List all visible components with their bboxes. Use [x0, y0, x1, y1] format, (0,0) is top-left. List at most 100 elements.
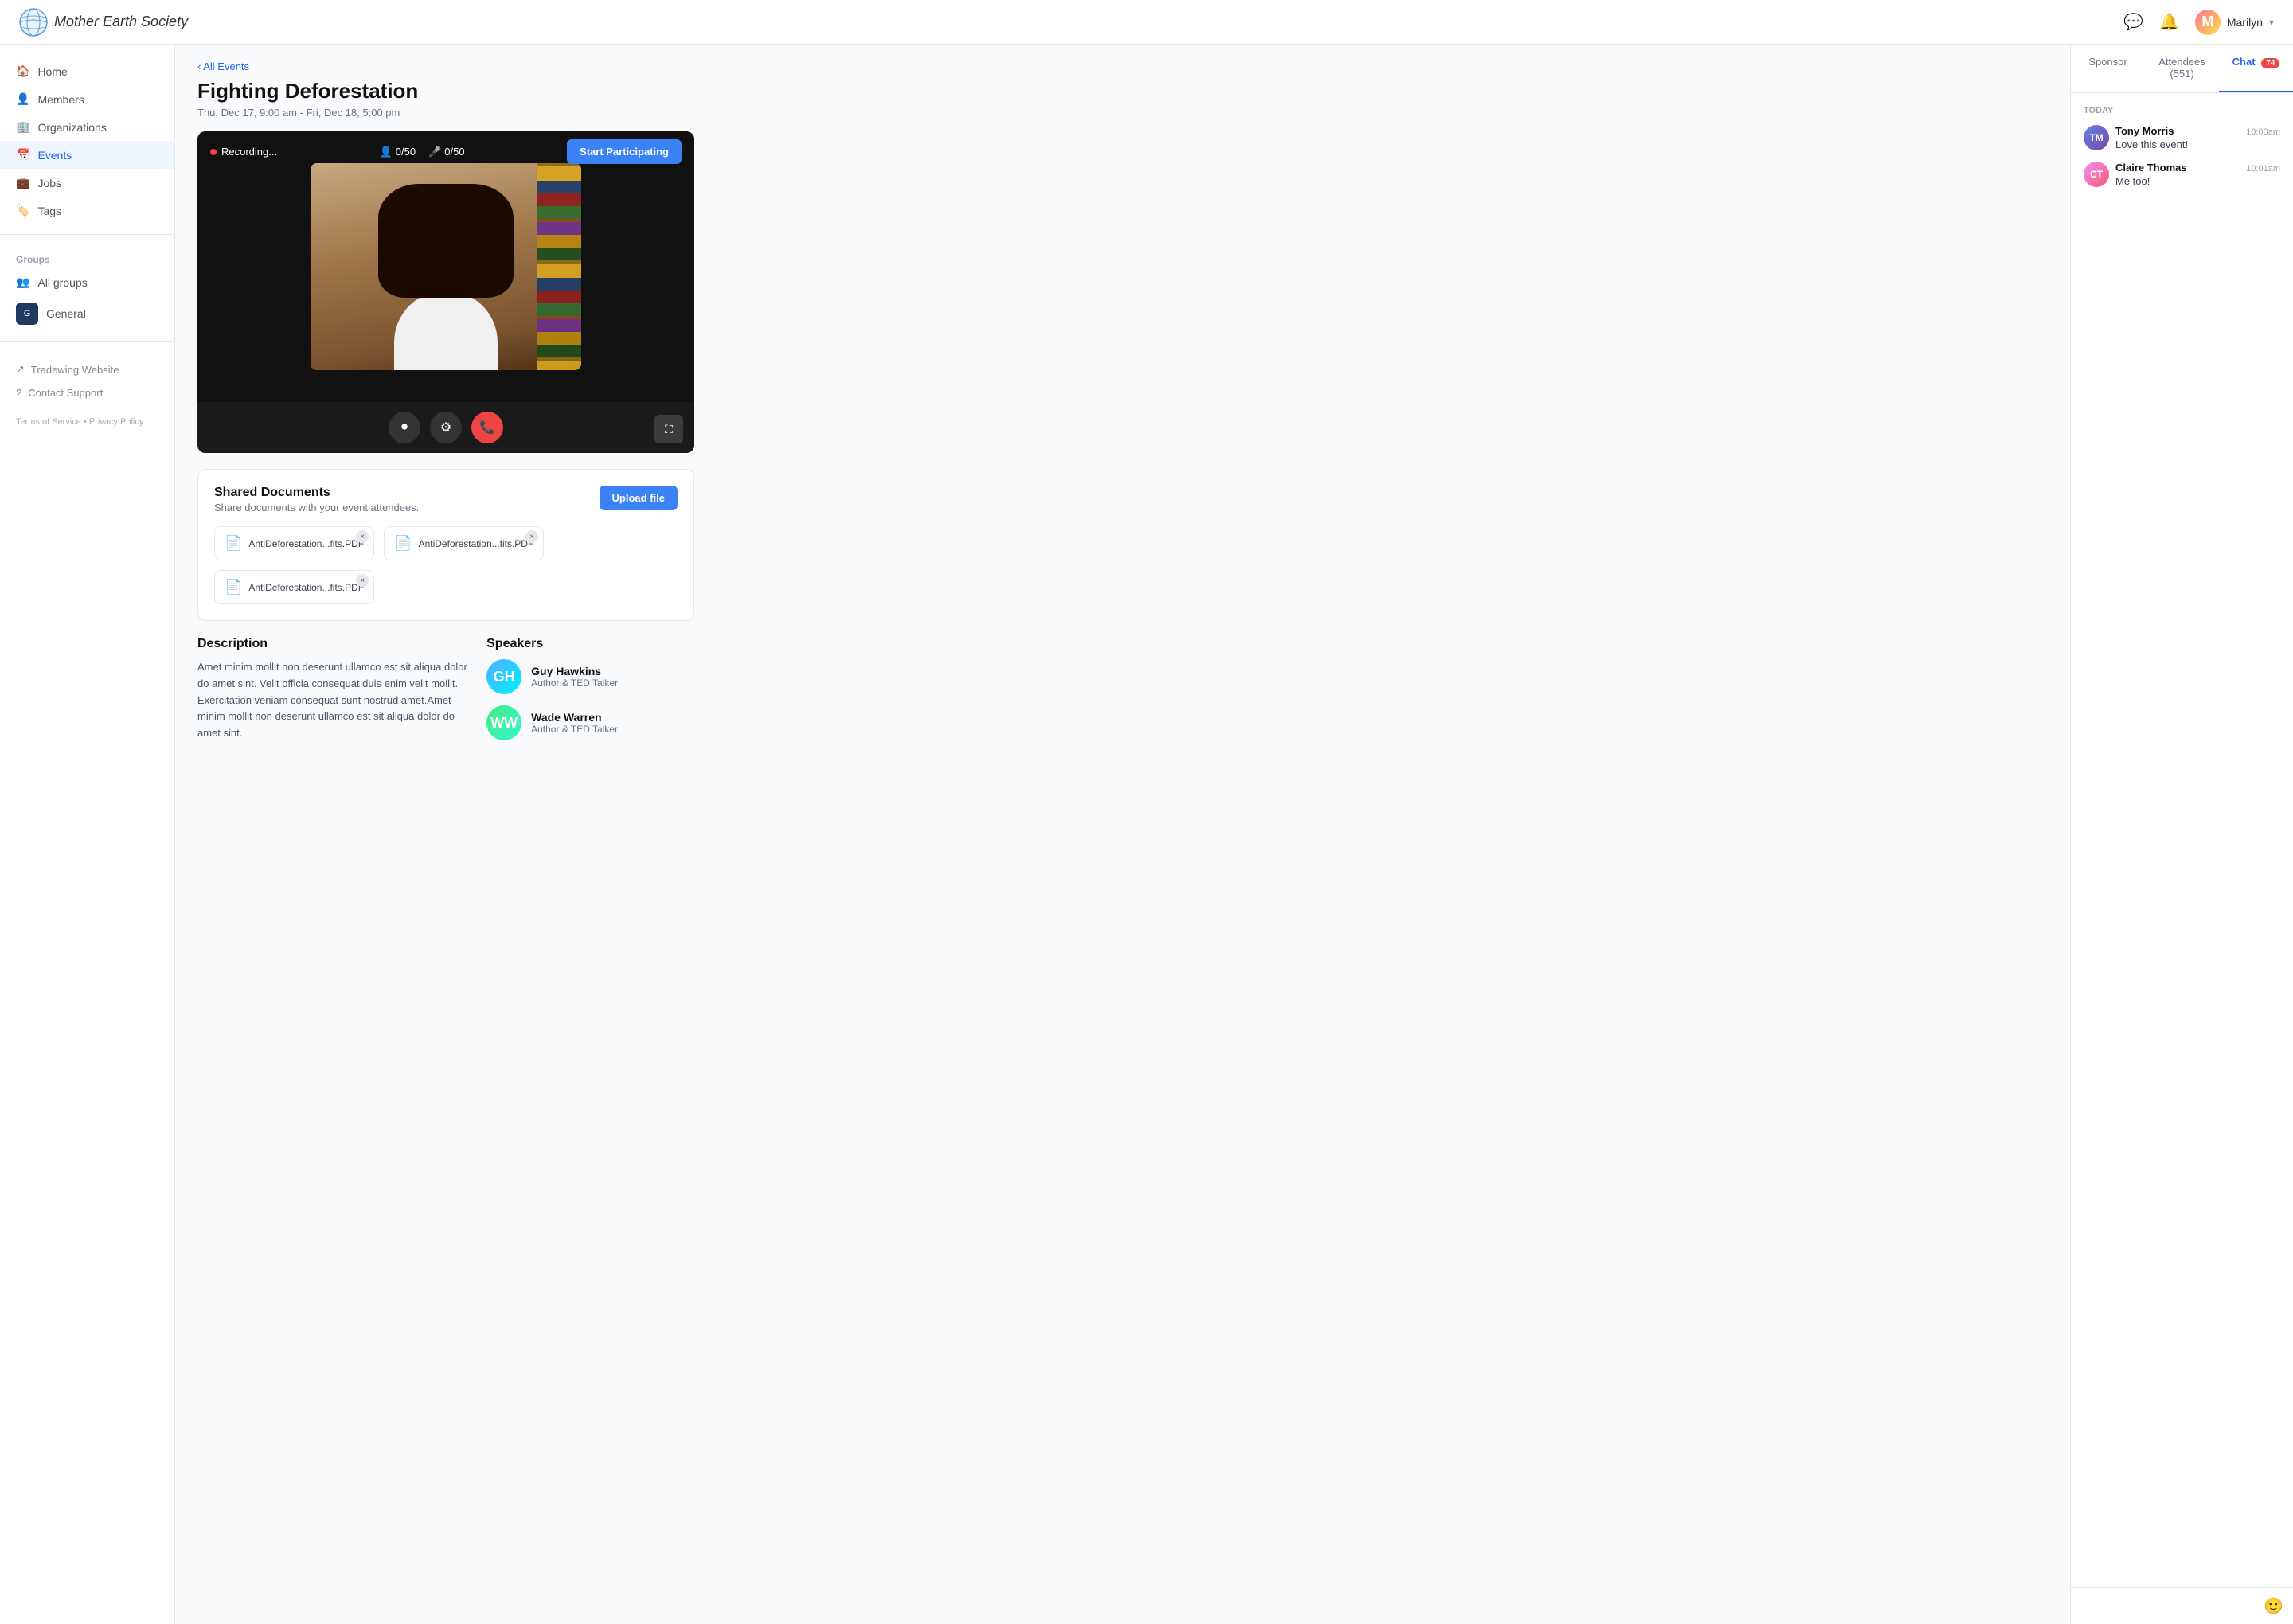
- content-area: All Events Fighting Deforestation Thu, D…: [175, 45, 2070, 1624]
- chat-sender-avatar: CT: [2084, 162, 2109, 187]
- tab-sponsor[interactable]: Sponsor: [2071, 45, 2145, 92]
- speaker-item: GH Guy Hawkins Author & TED Talker: [486, 659, 694, 694]
- user-name: Marilyn: [2227, 16, 2263, 29]
- sidebar-item-jobs[interactable]: 💼 Jobs: [0, 169, 174, 197]
- members-icon: 👤: [16, 92, 29, 106]
- sidebar-item-home[interactable]: 🏠 Home: [0, 57, 174, 85]
- shared-documents-header: Shared Documents Share documents with yo…: [214, 486, 678, 513]
- file-icon: 📄: [225, 535, 242, 552]
- speakers-title: Speakers: [486, 637, 694, 651]
- fullscreen-button[interactable]: ⛶: [654, 415, 683, 443]
- tags-icon: 🏷️: [16, 204, 29, 217]
- sidebar-item-organizations[interactable]: 🏢 Organizations: [0, 113, 174, 141]
- app-name: Mother Earth Society: [54, 14, 188, 30]
- files-list: 📄 AntiDeforestation...fits.PDF × 📄 AntiD…: [214, 526, 678, 604]
- camera-count-value: 0/50: [396, 146, 416, 158]
- sidebar-item-events[interactable]: 📅 Events: [0, 141, 174, 169]
- video-controls: ⏺ ⚙ 📞 ⛶: [197, 402, 694, 453]
- sidebar-tradewing[interactable]: ↗ Tradewing Website: [0, 357, 174, 381]
- sidebar-nav: 🏠 Home 👤 Members 🏢 Organizations 📅 Event…: [0, 57, 174, 224]
- top-navigation: Mother Earth Society 💬 🔔 M Marilyn ▾: [0, 0, 2293, 45]
- file-name: AntiDeforestation...fits.PDF: [419, 538, 534, 549]
- speaker-info: Wade Warren Author & TED Talker: [531, 711, 618, 735]
- start-participating-button[interactable]: Start Participating: [567, 139, 682, 164]
- right-panel: Sponsor Attendees (551) Chat 74 TODAY TM…: [2070, 45, 2293, 1624]
- file-item: 📄 AntiDeforestation...fits.PDF ×: [214, 570, 374, 604]
- sidebar-support[interactable]: ? Contact Support: [0, 381, 174, 404]
- groups-label: Groups: [0, 244, 174, 268]
- sidebar-footer: Terms of Service • Privacy Policy: [0, 411, 174, 433]
- speaker-item: WW Wade Warren Author & TED Talker: [486, 705, 694, 740]
- description-title: Description: [197, 637, 467, 651]
- events-icon: 📅: [16, 148, 29, 162]
- upload-file-button[interactable]: Upload file: [600, 486, 678, 510]
- file-remove-button[interactable]: ×: [356, 530, 369, 543]
- file-item: 📄 AntiDeforestation...fits.PDF ×: [214, 526, 374, 560]
- sidebar-item-label: Members: [37, 93, 84, 106]
- file-remove-button[interactable]: ×: [356, 574, 369, 587]
- shared-docs-sub: Share documents with your event attendee…: [214, 502, 419, 513]
- chat-timestamp: 10:00am: [2246, 127, 2280, 137]
- sidebar-divider-2: [0, 341, 174, 342]
- file-remove-button[interactable]: ×: [525, 530, 538, 543]
- chat-message-content: Claire Thomas 10:01am Me too!: [2115, 162, 2280, 187]
- sidebar-item-tags[interactable]: 🏷️ Tags: [0, 197, 174, 224]
- end-call-button[interactable]: 📞: [471, 412, 503, 443]
- file-name: AntiDeforestation...fits.PDF: [248, 538, 364, 549]
- chat-message: TM Tony Morris 10:00am Love this event!: [2084, 125, 2280, 150]
- speaker-info: Guy Hawkins Author & TED Talker: [531, 665, 618, 689]
- mic-icon: 🎤: [428, 146, 441, 158]
- camera-icon: 👤: [380, 146, 393, 158]
- video-person: [311, 163, 581, 370]
- speakers-section: Speakers GH Guy Hawkins Author & TED Tal…: [486, 637, 694, 751]
- description-section: Description Amet minim mollit non deseru…: [197, 637, 467, 751]
- speaker-initials: WW: [486, 705, 521, 740]
- sidebar-item-all-groups[interactable]: 👥 All groups: [0, 268, 174, 296]
- event-date: Thu, Dec 17, 9:00 am - Fri, Dec 18, 5:00…: [197, 107, 694, 119]
- chat-sender-name: Tony Morris: [2115, 125, 2174, 137]
- tab-chat[interactable]: Chat 74: [2219, 45, 2293, 92]
- tradewing-label: Tradewing Website: [31, 364, 119, 376]
- chat-message-text: Me too!: [2115, 175, 2280, 187]
- record-button[interactable]: ⏺: [389, 412, 420, 443]
- avatar: M: [2195, 10, 2221, 35]
- chat-sender-name: Claire Thomas: [2115, 162, 2187, 174]
- recording-label: Recording...: [221, 146, 277, 158]
- description-speakers-section: Description Amet minim mollit non deseru…: [197, 637, 694, 751]
- user-menu[interactable]: M Marilyn ▾: [2195, 10, 2274, 35]
- sidebar-item-label: General: [46, 307, 86, 320]
- sidebar-item-label: All groups: [37, 276, 87, 289]
- speaker-role: Author & TED Talker: [531, 677, 618, 689]
- page-title: Fighting Deforestation: [197, 79, 694, 103]
- home-icon: 🏠: [16, 64, 29, 78]
- chat-message-text: Love this event!: [2115, 139, 2280, 150]
- mic-count: 🎤 0/50: [428, 146, 465, 158]
- sidebar-item-members[interactable]: 👤 Members: [0, 85, 174, 113]
- bookshelf-bg: [537, 163, 581, 370]
- speaker-avatar: WW: [486, 705, 521, 740]
- logo-area[interactable]: Mother Earth Society: [19, 8, 2123, 37]
- bell-icon[interactable]: 🔔: [2159, 12, 2179, 32]
- chevron-down-icon: ▾: [2269, 17, 2274, 28]
- support-label: Contact Support: [28, 387, 103, 399]
- sidebar-item-general[interactable]: G General: [0, 296, 174, 331]
- video-topbar: Recording... 👤 0/50 🎤 0/50 Start Partici…: [197, 131, 694, 172]
- chat-input-row: 🙂: [2071, 1587, 2293, 1624]
- sidebar-item-label: Jobs: [37, 177, 61, 189]
- tab-attendees[interactable]: Attendees (551): [2145, 45, 2219, 92]
- sidebar-item-label: Organizations: [37, 121, 106, 134]
- camera-count: 👤 0/50: [380, 146, 416, 158]
- shared-docs-title: Shared Documents: [214, 486, 419, 500]
- external-link-icon: ↗: [16, 363, 25, 376]
- emoji-picker-button[interactable]: 🙂: [2264, 1596, 2283, 1616]
- chat-icon[interactable]: 💬: [2123, 12, 2143, 32]
- sidebar: 🏠 Home 👤 Members 🏢 Organizations 📅 Event…: [0, 45, 175, 1624]
- breadcrumb[interactable]: All Events: [197, 61, 694, 72]
- file-icon: 📄: [225, 579, 242, 595]
- settings-button[interactable]: ⚙: [430, 412, 462, 443]
- chat-badge: 74: [2261, 58, 2279, 68]
- chat-name-time: Claire Thomas 10:01am: [2115, 162, 2280, 174]
- sidebar-item-label: Tags: [37, 205, 61, 217]
- speaker-name: Wade Warren: [531, 711, 618, 724]
- chat-timestamp: 10:01am: [2246, 164, 2280, 174]
